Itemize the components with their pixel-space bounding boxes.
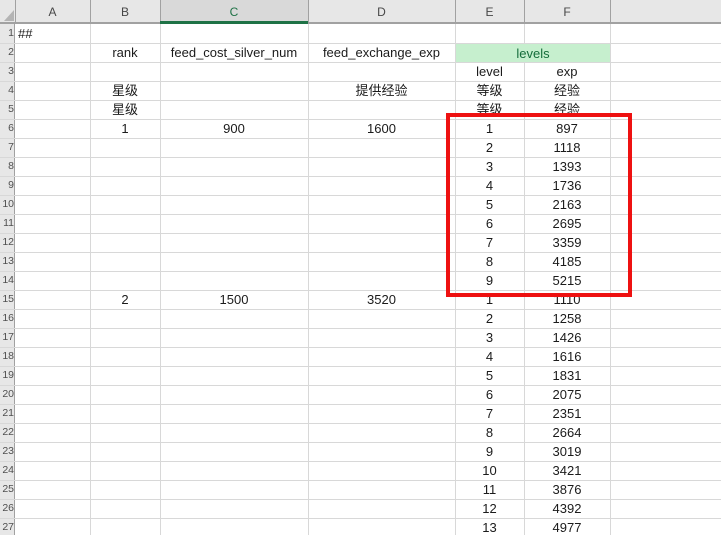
cell-F24[interactable]: 3421 [524,461,610,480]
header-divider [308,0,309,22]
cell-F26[interactable]: 4392 [524,499,610,518]
cell-E26[interactable]: 12 [455,499,524,518]
cell-E21[interactable]: 7 [455,404,524,423]
row-header-22[interactable]: 22 [0,423,14,442]
cell-D2[interactable]: feed_exchange_exp [308,43,455,62]
cell-F17[interactable]: 1426 [524,328,610,347]
cell-F3[interactable]: exp [524,62,610,81]
row-header-5[interactable]: 5 [0,100,14,119]
row-header-11[interactable]: 11 [0,214,14,233]
column-header-F[interactable]: F [524,0,610,24]
cell-E22[interactable]: 8 [455,423,524,442]
cell-F23[interactable]: 3019 [524,442,610,461]
gridline-h [0,499,721,500]
row-header-4[interactable]: 4 [0,81,14,100]
row-header-9[interactable]: 9 [0,176,14,195]
cell-E2[interactable]: levels [456,44,610,62]
cell-E27[interactable]: 13 [455,518,524,535]
row-header-13[interactable]: 13 [0,252,14,271]
column-header-D[interactable]: D [308,0,455,24]
cell-F19[interactable]: 1831 [524,366,610,385]
header-divider [455,0,456,22]
cell-E18[interactable]: 4 [455,347,524,366]
row-header-27[interactable]: 27 [0,518,14,535]
gridline-h [0,442,721,443]
row-header-16[interactable]: 16 [0,309,14,328]
spreadsheet-grid: ABCDEF1234567891011121314151617181920212… [0,0,721,535]
column-header-A[interactable]: A [15,0,90,24]
cell-E25[interactable]: 11 [455,480,524,499]
row-header-17[interactable]: 17 [0,328,14,347]
header-divider [160,0,161,22]
row-header-7[interactable]: 7 [0,138,14,157]
column-header-E[interactable]: E [455,0,524,24]
cell-E17[interactable]: 3 [455,328,524,347]
gridline-h [0,423,721,424]
row-header-10[interactable]: 10 [0,195,14,214]
cell-E4[interactable]: 等级 [455,81,524,100]
gridline-h [0,404,721,405]
row-header-6[interactable]: 6 [0,119,14,138]
cell-E3[interactable]: level [455,62,524,81]
selected-column-underline [160,21,308,24]
cell-F21[interactable]: 2351 [524,404,610,423]
gridline-h [0,366,721,367]
row-header-24[interactable]: 24 [0,461,14,480]
cell-D15[interactable]: 3520 [308,290,455,309]
row-header-2[interactable]: 2 [0,43,14,62]
gridline-h [0,328,721,329]
cell-F27[interactable]: 4977 [524,518,610,535]
cell-B4[interactable]: 星级 [90,81,160,100]
cell-E20[interactable]: 6 [455,385,524,404]
header-divider [524,0,525,22]
gridline-h [0,480,721,481]
gridline-h [0,518,721,519]
cell-E24[interactable]: 10 [455,461,524,480]
row-header-14[interactable]: 14 [0,271,14,290]
cell-B15[interactable]: 2 [90,290,160,309]
cell-D6[interactable]: 1600 [308,119,455,138]
column-header-B[interactable]: B [90,0,160,24]
cell-E23[interactable]: 9 [455,442,524,461]
gridline-h [0,62,721,63]
annotation-rectangle-shape[interactable] [446,113,632,297]
cell-F16[interactable]: 1258 [524,309,610,328]
header-bottom-border [0,22,721,24]
cell-F18[interactable]: 1616 [524,347,610,366]
gridline-h [0,309,721,310]
cell-D4[interactable]: 提供经验 [308,81,455,100]
gridline-h [0,461,721,462]
row-header-20[interactable]: 20 [0,385,14,404]
cell-E16[interactable]: 2 [455,309,524,328]
header-divider [15,0,16,22]
cell-C6[interactable]: 900 [160,119,308,138]
row-header-21[interactable]: 21 [0,404,14,423]
row-header-15[interactable]: 15 [0,290,14,309]
gridline-h [0,385,721,386]
row-header-3[interactable]: 3 [0,62,14,81]
cell-C15[interactable]: 1500 [160,290,308,309]
cell-A1[interactable]: ## [15,24,90,43]
row-header-8[interactable]: 8 [0,157,14,176]
cell-B5[interactable]: 星级 [90,100,160,119]
row-header-23[interactable]: 23 [0,442,14,461]
cell-F25[interactable]: 3876 [524,480,610,499]
header-divider [610,0,611,22]
row-header-1[interactable]: 1 [0,24,14,43]
cell-F20[interactable]: 2075 [524,385,610,404]
cell-C2[interactable]: feed_cost_silver_num [160,43,308,62]
cell-F4[interactable]: 经验 [524,81,610,100]
header-divider [90,0,91,22]
row-header-26[interactable]: 26 [0,499,14,518]
row-header-18[interactable]: 18 [0,347,14,366]
row-header-12[interactable]: 12 [0,233,14,252]
cell-B2[interactable]: rank [90,43,160,62]
cell-F22[interactable]: 2664 [524,423,610,442]
row-header-19[interactable]: 19 [0,366,14,385]
row-header-25[interactable]: 25 [0,480,14,499]
column-header-col7[interactable] [610,0,721,24]
gridline-h [0,347,721,348]
cell-E19[interactable]: 5 [455,366,524,385]
cell-B6[interactable]: 1 [90,119,160,138]
